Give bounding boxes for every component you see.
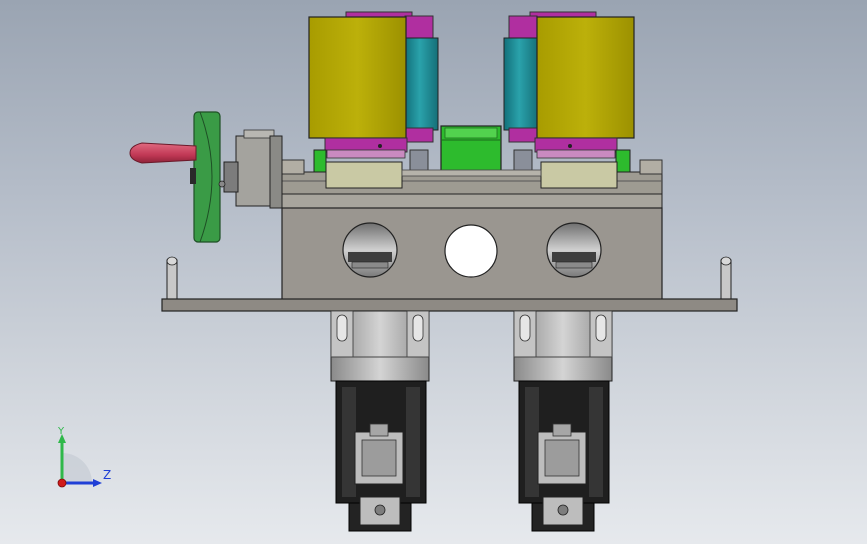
housing-top-strip	[281, 193, 663, 209]
triad-z-label: Z	[103, 468, 112, 482]
left-servo-motor[interactable]	[330, 310, 430, 532]
left-teal-cylinder	[404, 37, 439, 131]
left-bearing-bore	[342, 222, 398, 278]
handwheel-hub-housing	[235, 135, 275, 207]
left-yellow-coil	[308, 16, 407, 139]
right-cylinder-base	[508, 127, 538, 143]
handwheel-handle[interactable]	[129, 142, 197, 164]
left-valve-stem	[409, 149, 429, 173]
left-solenoid-valve[interactable]	[308, 11, 439, 173]
right-locating-pin	[720, 259, 732, 301]
base-plate-slab	[161, 298, 738, 312]
orientation-triad[interactable]	[44, 420, 124, 495]
triad-shade-arc	[62, 453, 92, 483]
right-valve-stem	[513, 149, 533, 173]
left-cylinder-base	[404, 127, 434, 143]
main-housing-body[interactable]	[281, 193, 663, 301]
center-bore	[444, 224, 498, 278]
right-teal-cylinder	[503, 37, 539, 131]
left-locating-pin	[166, 259, 178, 301]
right-khaki-pad	[540, 161, 618, 189]
cad-viewport[interactable]: Y Z	[0, 0, 867, 544]
left-teal-cap	[404, 15, 434, 39]
triad-y-label: Y	[58, 426, 65, 437]
right-servo-motor[interactable]	[513, 310, 613, 532]
handwheel-assembly[interactable]	[129, 111, 283, 243]
triad-x-axis-dot	[57, 478, 67, 488]
handwheel-disc	[193, 111, 221, 243]
right-solenoid-valve[interactable]	[503, 11, 635, 173]
left-khaki-pad	[325, 161, 403, 189]
right-yellow-coil	[536, 16, 635, 139]
machine-assembly-model[interactable]	[0, 0, 867, 544]
right-teal-cap	[508, 15, 538, 39]
right-bearing-bore	[546, 222, 602, 278]
